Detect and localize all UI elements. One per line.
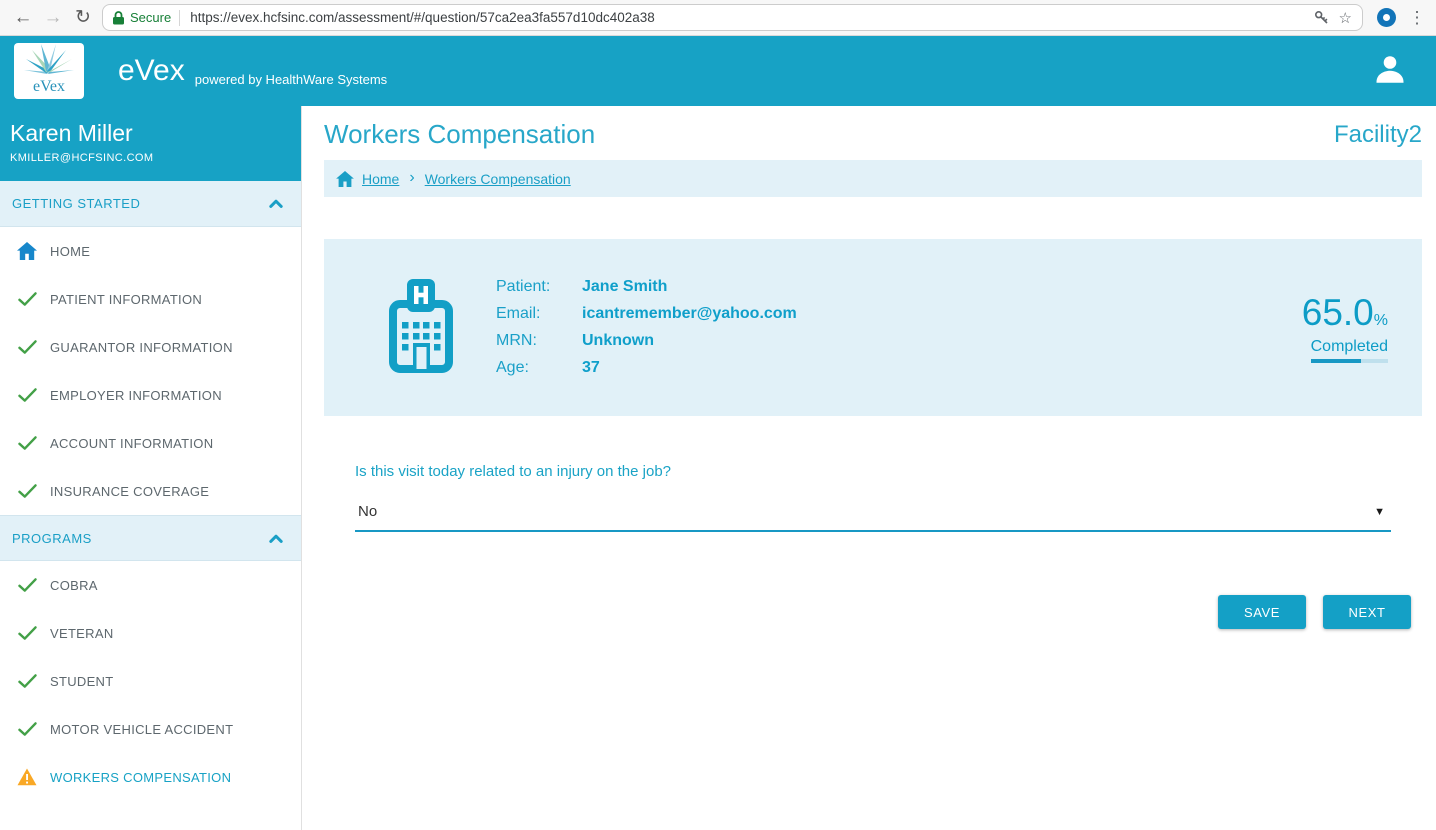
app-name: eVex — [118, 54, 185, 87]
evex-logo: eVex — [14, 43, 84, 99]
omnibox-divider — [179, 9, 181, 26]
browser-refresh-button[interactable]: ↻ — [68, 1, 98, 35]
field-patient: Patient: Jane Smith — [496, 278, 1302, 296]
breadcrumb: Home › Workers Compensation — [324, 160, 1422, 197]
sidebar-item-guarantor-information[interactable]: GUARANTOR INFORMATION — [0, 323, 301, 371]
field-value: icantremember@yahoo.com — [582, 305, 797, 322]
section-header-programs[interactable]: PROGRAMS — [0, 515, 301, 561]
field-label: Age: — [496, 359, 529, 376]
sidebar-item-account-information[interactable]: ACCOUNT INFORMATION — [0, 419, 301, 467]
check-icon — [14, 674, 40, 688]
patient-fields: Patient: Jane Smith Email: icantremember… — [496, 269, 1302, 386]
progress-bar-track — [1310, 359, 1388, 363]
field-label: Email: — [496, 305, 541, 322]
dropdown-caret-icon: ▼ — [1374, 506, 1385, 518]
user-email: KMILLER@HCFSINC.COM — [10, 152, 154, 164]
check-icon — [14, 578, 40, 592]
sidebar-item-cobra[interactable]: COBRA — [0, 561, 301, 609]
check-icon — [14, 292, 40, 306]
password-key-icon[interactable] — [1314, 10, 1329, 25]
question-section: Is this visit today related to an injury… — [324, 463, 1422, 532]
home-icon — [336, 170, 354, 187]
sidebar-item-student[interactable]: STUDENT — [0, 657, 301, 705]
check-icon — [14, 388, 40, 402]
url-text[interactable]: https://evex.hcfsinc.com/assessment/#/qu… — [190, 10, 1303, 25]
progress-percent: 65.0 — [1301, 292, 1374, 333]
sidebar: Karen Miller KMILLER@HCFSINC.COM GETTING… — [0, 106, 302, 830]
completion-progress: 65.0% Completed — [1302, 292, 1388, 363]
logo-wordmark: eVex — [33, 78, 65, 95]
question-text: Is this visit today related to an injury… — [355, 463, 672, 480]
sidebar-item-patient-information[interactable]: PATIENT INFORMATION — [0, 275, 301, 323]
browser-forward-button[interactable]: → — [38, 1, 68, 35]
chevron-right-icon: › — [409, 168, 415, 186]
chevron-up-icon — [269, 199, 283, 208]
answer-select[interactable]: No ▼ — [355, 503, 1391, 532]
sidebar-user-block: Karen Miller KMILLER@HCFSINC.COM — [0, 106, 301, 181]
browser-toolbar: ← → ↻ Secure https://evex.hcfsinc.com/as… — [0, 0, 1436, 36]
patient-summary-card: Patient: Jane Smith Email: icantremember… — [324, 239, 1422, 416]
field-value: Jane Smith — [582, 278, 668, 295]
sidebar-item-employer-information[interactable]: EMPLOYER INFORMATION — [0, 371, 301, 419]
sidebar-item-insurance-coverage[interactable]: INSURANCE COVERAGE — [0, 467, 301, 515]
secure-label: Secure — [130, 10, 172, 25]
field-age: Age: 37 — [496, 359, 1302, 377]
sidebar-item-home[interactable]: HOME — [0, 227, 301, 275]
address-bar[interactable]: Secure https://evex.hcfsinc.com/assessme… — [102, 4, 1363, 31]
logo-starburst-icon — [24, 44, 74, 74]
action-buttons: SAVE NEXT — [324, 595, 1422, 629]
sidebar-item-motor-vehicle-accident[interactable]: MOTOR VEHICLE ACCIDENT — [0, 705, 301, 753]
check-icon — [14, 484, 40, 498]
progress-label: Completed — [1310, 338, 1388, 355]
warning-icon — [14, 768, 40, 786]
breadcrumb-home-link[interactable]: Home — [362, 171, 399, 187]
selected-answer: No — [358, 503, 378, 520]
percent-sign: % — [1373, 312, 1388, 329]
app-header: eVex eVex powered by HealthWare Systems — [0, 36, 1436, 106]
home-icon — [14, 242, 40, 260]
browser-extension-icon[interactable] — [1377, 8, 1396, 27]
field-label: MRN: — [496, 332, 537, 349]
bookmark-star-icon[interactable]: ☆ — [1339, 9, 1352, 27]
field-value: Unknown — [582, 332, 654, 349]
next-button[interactable]: NEXT — [1323, 595, 1411, 629]
field-email: Email: icantremember@yahoo.com — [496, 305, 1302, 323]
page-title: Workers Compensation — [324, 119, 596, 149]
check-icon — [14, 436, 40, 450]
app-tagline: powered by HealthWare Systems — [194, 71, 388, 87]
breadcrumb-current-link[interactable]: Workers Compensation — [425, 171, 571, 187]
user-name: Karen Miller — [10, 120, 133, 146]
check-icon — [14, 626, 40, 640]
lock-icon — [113, 10, 124, 25]
sidebar-item-veteran[interactable]: VETERAN — [0, 609, 301, 657]
field-value: 37 — [582, 359, 600, 376]
browser-back-button[interactable]: ← — [8, 1, 38, 35]
browser-menu-icon[interactable]: ⋮ — [1406, 8, 1428, 28]
field-label: Patient: — [496, 278, 551, 295]
field-mrn: MRN: Unknown — [496, 332, 1302, 350]
main-content: Workers Compensation Facility2 Home › Wo… — [302, 106, 1436, 830]
facility-label: Facility2 — [1333, 120, 1422, 148]
check-icon — [14, 722, 40, 736]
check-icon — [14, 340, 40, 354]
chevron-up-icon — [269, 534, 283, 543]
hospital-icon — [388, 277, 454, 378]
progress-fill — [1310, 359, 1361, 363]
save-button[interactable]: SAVE — [1218, 595, 1306, 629]
section-label: PROGRAMS — [12, 530, 92, 546]
user-avatar-icon[interactable] — [1372, 51, 1408, 92]
section-header-getting-started[interactable]: GETTING STARTED — [0, 181, 301, 227]
sidebar-item-workers-compensation[interactable]: WORKERS COMPENSATION — [0, 753, 301, 801]
section-label: GETTING STARTED — [12, 196, 141, 211]
